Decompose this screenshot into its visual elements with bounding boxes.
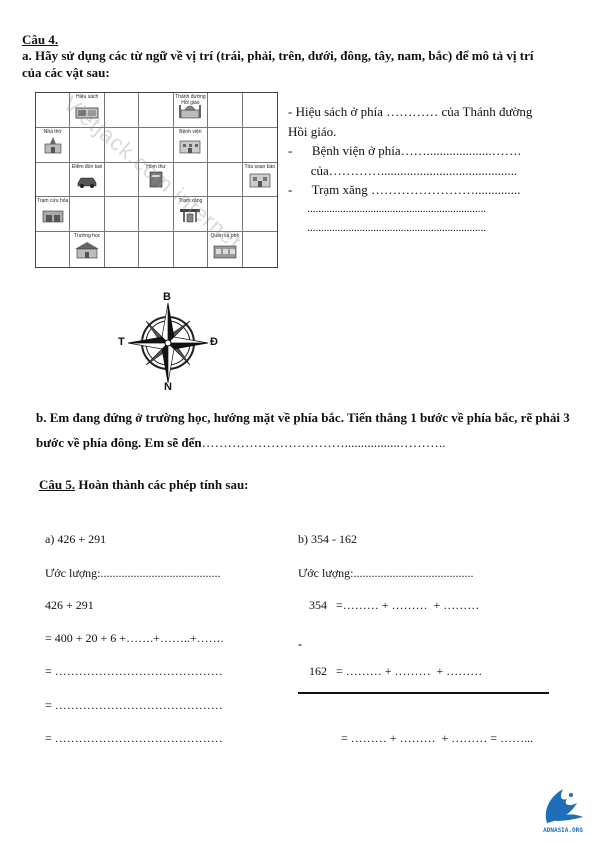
- q5a-line5[interactable]: = ……………………………………: [45, 730, 223, 746]
- q5a-expression: a) 426 + 291: [45, 532, 107, 546]
- cafe-icon: [212, 243, 238, 264]
- q4-part-b-blank[interactable]: …………………………….................………..: [202, 435, 446, 450]
- map-cell: [139, 232, 174, 267]
- q5a-line4[interactable]: = ……………………………………: [45, 697, 223, 713]
- taxi-icon: [76, 174, 98, 193]
- map-place-label: Trạm xăng: [178, 198, 203, 205]
- map-cell: [105, 232, 140, 267]
- map-cell-cafe: Quán cà phê: [208, 232, 243, 267]
- compass-west-label: T: [118, 336, 125, 348]
- answer-line[interactable]: - Bệnh viện ở phía……....................…: [288, 141, 588, 161]
- map-place-label: Bệnh viện: [179, 128, 202, 135]
- map-cell: [208, 162, 243, 198]
- q5a-line2[interactable]: = 400 + 20 + 6 +…….+……..+…….: [45, 630, 224, 646]
- map-cell-gas-station: Trạm xăng: [173, 197, 209, 233]
- map-place-label: Điểm đón taxi: [71, 163, 103, 170]
- map-cell: [104, 162, 140, 198]
- map-cell: [242, 93, 277, 128]
- compass-south-label: N: [164, 381, 172, 393]
- mosque-icon: [178, 101, 202, 124]
- gas-station-icon: [178, 207, 202, 228]
- map-place-label: Tòa soạn báo: [244, 163, 276, 170]
- map-cell: [208, 197, 243, 233]
- map-cell: [70, 197, 105, 233]
- map-cell: [208, 127, 243, 163]
- answer-line[interactable]: - Trạm xăng ……………………..............: [288, 180, 588, 200]
- fire-station-icon: [41, 207, 65, 228]
- map-place-label: Hòm thư: [146, 163, 166, 170]
- map-cell-mosque: Thánh đường Hồi giáo: [173, 93, 209, 128]
- q4-title: Câu 4.: [22, 32, 59, 47]
- map-cell: [70, 127, 105, 163]
- map-cell-hospital: Bệnh viện: [173, 127, 209, 163]
- map-cell: [36, 93, 71, 128]
- bookstore-icon: [75, 105, 99, 124]
- map-place-label: Quán cà phê: [210, 233, 240, 240]
- map-cell-fire-station: Trạm cứu hỏa: [36, 197, 71, 233]
- compass-rose: B N T Đ: [113, 291, 223, 393]
- q5b-expression: b) 354 - 162: [298, 532, 357, 546]
- map-cell-church: Nhà thờ: [36, 127, 71, 163]
- hospital-icon: [178, 138, 202, 159]
- position-map-grid: Hiệu sách Thánh đường Hồi giáo Nhà thờ Bệnh…: [35, 92, 278, 268]
- map-cell: [104, 197, 140, 233]
- map-place-label: Hiệu sách: [76, 94, 99, 100]
- school-icon: [74, 241, 100, 264]
- q5-prompt: Hoàn thành các phép tính sau:: [75, 477, 249, 492]
- q5b-line1[interactable]: 354 =……… + ……… + ………: [309, 597, 479, 613]
- q5a-line3[interactable]: = ……………………………………: [45, 663, 223, 679]
- compass-north-label: B: [163, 291, 171, 303]
- map-place-label: Nhà thờ: [43, 128, 62, 135]
- church-icon: [42, 136, 64, 159]
- bird-logo-icon: [545, 789, 583, 823]
- mailbox-icon: [148, 170, 164, 193]
- newspaper-office-icon: [248, 172, 272, 193]
- map-cell: [208, 93, 243, 128]
- map-cell: [139, 197, 174, 233]
- map-cell: [174, 232, 209, 267]
- map-cell-taxi: Điểm đón taxi: [70, 162, 105, 198]
- map-cell-school: Trường học: [70, 232, 105, 267]
- q5-header: Câu 5. Hoàn thành các phép tính sau:: [39, 476, 249, 493]
- map-cell: [139, 93, 174, 128]
- map-cell-bookstore: Hiệu sách: [70, 93, 105, 128]
- compass-icon: [127, 302, 209, 384]
- q4-answer-lines: - Hiệu sách ở phía ………… của Thánh đường …: [288, 102, 588, 239]
- map-cell: [243, 232, 277, 267]
- q5a-estimate[interactable]: Ước lượng:..............................…: [45, 565, 221, 581]
- map-cell: [104, 127, 140, 163]
- map-cell: [173, 162, 209, 198]
- map-cell: [36, 162, 71, 198]
- q5-title: Câu 5.: [39, 477, 76, 492]
- q4-prompt-a: a. Hãy sử dụng các từ ngữ về vị trí (trá…: [22, 48, 534, 80]
- answer-line[interactable]: Hồi giáo.: [288, 122, 588, 142]
- answer-line[interactable]: - Hiệu sách ở phía ………… của Thánh đường: [288, 102, 588, 122]
- map-place-label: Trạm cứu hỏa: [37, 198, 69, 205]
- map-place-label: Trường học: [74, 233, 101, 240]
- q5a-line1: 426 + 291: [45, 598, 94, 612]
- map-cell: [36, 232, 71, 267]
- q4-part-b: b. Em đang đứng ở trường học, hướng mặt …: [36, 405, 571, 455]
- map-cell: [139, 127, 174, 163]
- q5b-line2[interactable]: 162 = ……… + ……… + ………: [309, 663, 482, 679]
- subtraction-rule: [298, 692, 549, 694]
- map-cell-newspaper-office: Tòa soạn báo: [242, 163, 277, 198]
- map-cell-mailbox: Hòm thư: [139, 162, 174, 198]
- answer-line[interactable]: của………….................................…: [288, 161, 588, 181]
- map-cell: [242, 197, 277, 233]
- q5b-estimate[interactable]: Ước lượng:..............................…: [298, 565, 474, 581]
- site-logo: ADNASIA.ORG: [533, 783, 593, 839]
- compass-east-label: Đ: [210, 336, 218, 348]
- logo-text: ADNASIA.ORG: [543, 827, 583, 834]
- q5b-line3[interactable]: = ……… + ……… + ……… = ……...: [341, 730, 533, 746]
- answer-line[interactable]: ........................................…: [288, 200, 588, 220]
- q5b-minus-sign: -: [298, 637, 302, 651]
- answer-line[interactable]: ........................................…: [288, 219, 588, 239]
- map-cell: [242, 128, 277, 163]
- map-cell: [104, 93, 140, 128]
